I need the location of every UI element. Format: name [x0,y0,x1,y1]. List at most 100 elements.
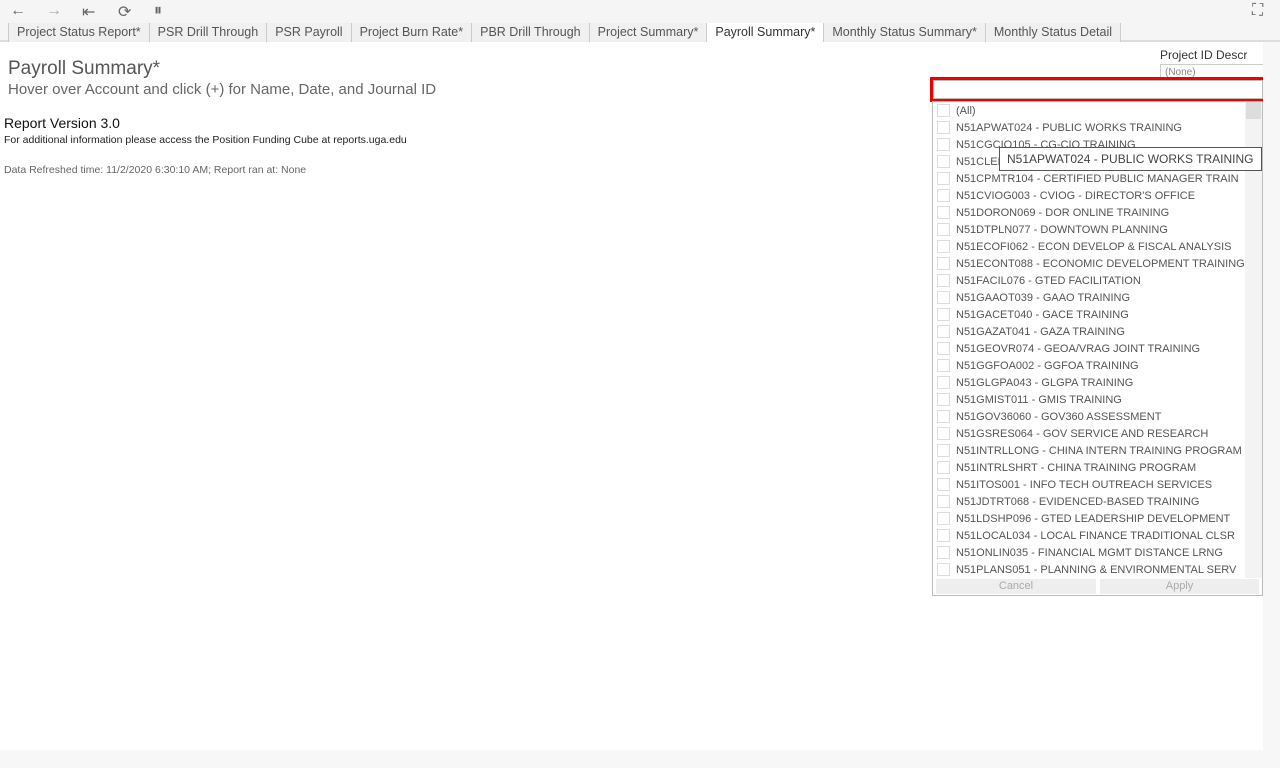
filter-item[interactable]: N51JDTRT068 - EVIDENCED-BASED TRAINING [933,493,1246,510]
filter-item[interactable]: N51LDSHP096 - GTED LEADERSHIP DEVELOPMEN… [933,510,1246,527]
checkbox[interactable] [937,308,950,321]
checkbox[interactable] [937,138,950,151]
checkbox[interactable] [937,461,950,474]
cancel-button[interactable]: Cancel [936,579,1096,594]
filter-item-label: N51LDSHP096 - GTED LEADERSHIP DEVELOPMEN… [956,512,1231,525]
checkbox[interactable] [937,478,950,491]
filter-item-label: N51GLGPA043 - GLGPA TRAINING [956,376,1134,389]
scrollbar-thumb[interactable] [1246,102,1261,119]
filter-item[interactable]: N51GAZAT041 - GAZA TRAINING [933,323,1246,340]
filter-item-label: N51JDTRT068 - EVIDENCED-BASED TRAINING [956,495,1200,508]
checkbox[interactable] [937,291,950,304]
checkbox[interactable] [937,121,950,134]
checkbox[interactable] [937,274,950,287]
pause-updates-icon[interactable]: ⏸ [154,2,162,20]
tab-project-summary[interactable]: Project Summary* [588,23,707,42]
filter-item[interactable]: N51DORON069 - DOR ONLINE TRAINING [933,204,1246,221]
checkbox[interactable] [937,427,950,440]
checkbox[interactable] [937,393,950,406]
filter-item[interactable]: N51PLANS051 - PLANNING & ENVIRONMENTAL S… [933,561,1246,578]
filter-item-label: N51ECOFI062 - ECON DEVELOP & FISCAL ANAL… [956,240,1232,253]
checkbox[interactable] [937,104,950,117]
filter-item[interactable]: N51GLGPA043 - GLGPA TRAINING [933,374,1246,391]
checkbox[interactable] [937,512,950,525]
checkbox[interactable] [937,376,950,389]
page-title: Payroll Summary* [8,58,161,79]
fullscreen-icon[interactable]: ⛶ [1252,2,1263,20]
tab-monthly-status-detail[interactable]: Monthly Status Detail [984,23,1121,42]
filter-item[interactable]: N51ECOFI062 - ECON DEVELOP & FISCAL ANAL… [933,238,1246,255]
filter-item-label: N51PLANS051 - PLANNING & ENVIRONMENTAL S… [956,563,1237,576]
filter-item-label: N51DTPLN077 - DOWNTOWN PLANNING [956,223,1168,236]
refresh-data-icon[interactable]: ⟳ [118,2,131,22]
checkbox[interactable] [937,563,950,576]
filter-item-label: N51INTRLLONG - CHINA INTERN TRAINING PRO… [956,444,1242,457]
checkbox[interactable] [937,172,950,185]
filter-item[interactable]: N51GSRES064 - GOV SERVICE AND RESEARCH [933,425,1246,442]
page-subtitle: Hover over Account and click (+) for Nam… [8,81,437,98]
filter-item[interactable]: N51ITOS001 - INFO TECH OUTREACH SERVICES [933,476,1246,493]
checkbox[interactable] [937,546,950,559]
filter-item[interactable]: N51CPMTR104 - CERTIFIED PUBLIC MANAGER T… [933,170,1246,187]
filter-item[interactable]: N51ONLIN035 - FINANCIAL MGMT DISTANCE LR… [933,544,1246,561]
filter-item[interactable]: N51GGFOA002 - GGFOA TRAINING [933,357,1246,374]
filter-item-label: N51DORON069 - DOR ONLINE TRAINING [956,206,1170,219]
tab-project-burn-rate[interactable]: Project Burn Rate* [350,23,472,42]
filter-item-label: N51ECONT088 - ECONOMIC DEVELOPMENT TRAIN… [956,257,1245,270]
tab-psr-payroll[interactable]: PSR Payroll [266,23,351,42]
filter-item[interactable]: N51CVIOG003 - CVIOG - DIRECTOR'S OFFICE [933,187,1246,204]
filter-label: Project ID Descr [1160,48,1248,62]
checkbox[interactable] [937,359,950,372]
filter-item[interactable]: N51FACIL076 - GTED FACILITATION [933,272,1246,289]
checkbox[interactable] [937,223,950,236]
filter-search-highlight [930,77,1266,102]
back-icon[interactable]: ← [10,2,26,20]
filter-item[interactable]: N51ECONT088 - ECONOMIC DEVELOPMENT TRAIN… [933,255,1246,272]
filter-item-label: N51GAZAT041 - GAZA TRAINING [956,325,1125,338]
checkbox[interactable] [937,206,950,219]
checkbox[interactable] [937,325,950,338]
tooltip: N51APWAT024 - PUBLIC WORKS TRAINING [999,147,1262,171]
checkbox[interactable] [937,444,950,457]
checkbox[interactable] [937,495,950,508]
scrollbar[interactable] [1245,102,1262,578]
tab-payroll-summary[interactable]: Payroll Summary* [706,23,824,42]
bottom-bar [0,750,1280,768]
checkbox[interactable] [937,410,950,423]
filter-item-label: N51GGFOA002 - GGFOA TRAINING [956,359,1139,372]
checkbox[interactable] [937,342,950,355]
checkbox[interactable] [937,529,950,542]
filter-dropdown: (All) N51APWAT024 - PUBLIC WORKS TRAINING… [932,101,1263,596]
tab-project-status-report[interactable]: Project Status Report* [8,23,149,42]
sheet-tabs: Project Status Report* PSR Drill Through P… [0,23,1280,42]
filter-item[interactable]: N51GACET040 - GACE TRAINING [933,306,1246,323]
checkbox[interactable] [937,257,950,270]
filter-item[interactable]: N51GOV36060 - GOV360 ASSESSMENT [933,408,1246,425]
checkbox[interactable] [937,155,950,168]
filter-list: (All) N51APWAT024 - PUBLIC WORKS TRAINING… [933,102,1246,578]
tab-monthly-status-summary[interactable]: Monthly Status Summary* [823,23,985,42]
revert-icon[interactable]: ⇤ [82,2,95,22]
info-text: For additional information please access… [4,134,407,146]
tab-pbr-drill-through[interactable]: PBR Drill Through [471,23,589,42]
filter-item[interactable]: N51GEOVR074 - GEOA/VRAG JOINT TRAINING [933,340,1246,357]
filter-item-label: N51CVIOG003 - CVIOG - DIRECTOR'S OFFICE [956,189,1196,202]
checkbox[interactable] [937,240,950,253]
checkbox[interactable] [937,189,950,202]
filter-item-label: N51GEOVR074 - GEOA/VRAG JOINT TRAINING [956,342,1201,355]
apply-button[interactable]: Apply [1100,579,1259,594]
filter-item[interactable]: N51GMIST011 - GMIS TRAINING [933,391,1246,408]
report-version: Report Version 3.0 [4,115,120,131]
forward-icon[interactable]: → [46,2,62,20]
tab-psr-drill-through[interactable]: PSR Drill Through [148,23,267,42]
filter-search-input[interactable] [933,80,1263,99]
filter-item[interactable]: N51DTPLN077 - DOWNTOWN PLANNING [933,221,1246,238]
right-margin [1263,42,1280,750]
filter-item[interactable]: N51LOCAL034 - LOCAL FINANCE TRADITIONAL … [933,527,1246,544]
filter-item[interactable]: (All) [933,102,1246,119]
filter-item[interactable]: N51INTRLSHRT - CHINA TRAINING PROGRAM [933,459,1246,476]
filter-item-label: N51LOCAL034 - LOCAL FINANCE TRADITIONAL … [956,529,1235,542]
filter-item[interactable]: N51INTRLLONG - CHINA INTERN TRAINING PRO… [933,442,1246,459]
filter-item[interactable]: N51GAAOT039 - GAAO TRAINING [933,289,1246,306]
filter-item[interactable]: N51APWAT024 - PUBLIC WORKS TRAINING [933,119,1246,136]
